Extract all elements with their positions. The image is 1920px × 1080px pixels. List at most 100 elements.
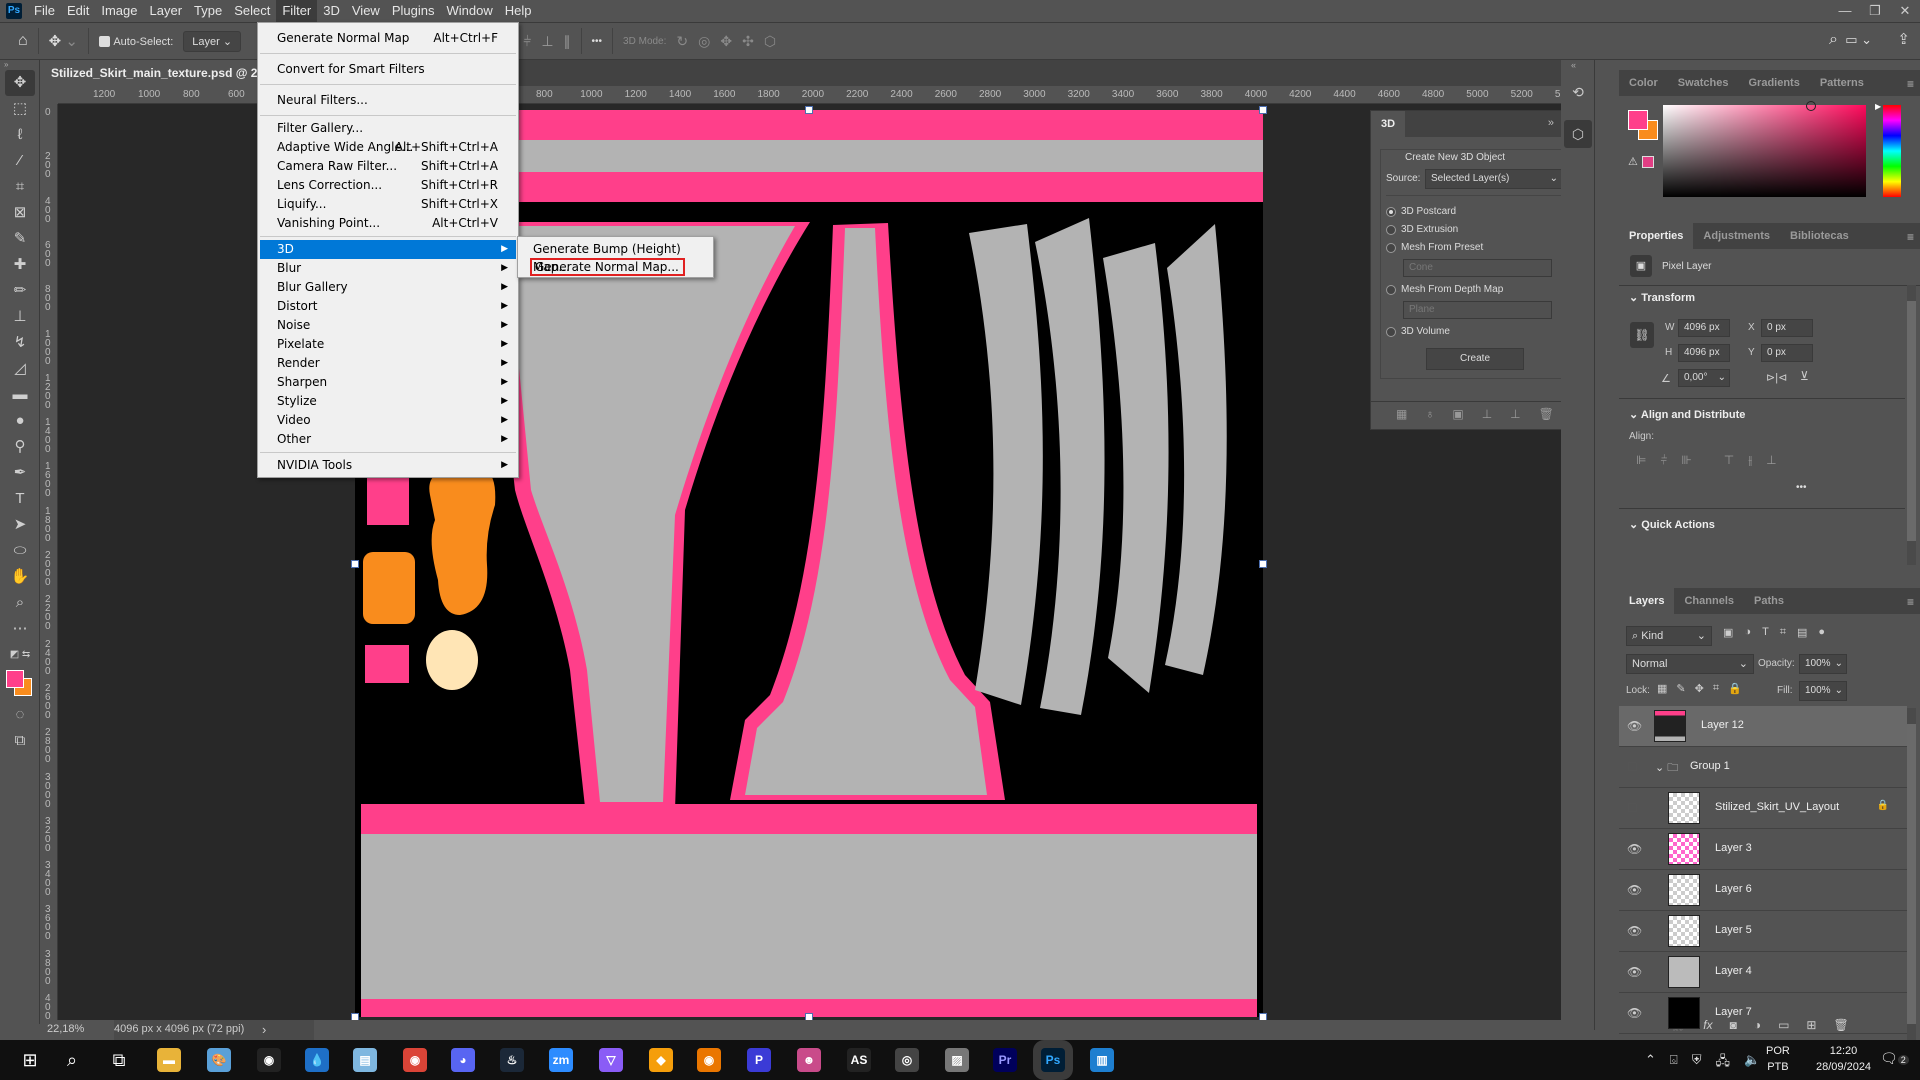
menu-item-other[interactable]: Other ▶ [260, 430, 516, 449]
align-left-icon[interactable]: ⊫ [1636, 453, 1646, 468]
history-panel-icon[interactable]: ⟲ [1564, 78, 1592, 106]
radio-mesh-from-depth-map[interactable] [1386, 285, 1396, 295]
taskbar-app-search[interactable]: ⌕ [60, 1048, 84, 1072]
menu-item-convert-for-smart-filters[interactable]: Convert for Smart Filters [260, 57, 516, 81]
minimize-button[interactable]: — [1830, 0, 1860, 22]
marquee-tool-icon[interactable]: ⬚ [5, 96, 35, 122]
auto-select-checkbox[interactable]: Auto-Select: [99, 34, 173, 48]
swap-colors-icon[interactable]: ◩ ⇆ [5, 642, 35, 668]
taskbar-app-paint[interactable]: 🎨 [207, 1048, 231, 1072]
color-field[interactable] [1663, 101, 1866, 197]
home-icon[interactable]: ⌂ [18, 32, 28, 50]
blur-tool-icon[interactable]: ● [5, 408, 35, 434]
menu-item-generate-normal-map[interactable]: Generate Normal Map Alt+Ctrl+F [260, 26, 516, 50]
move-tool-icon[interactable]: ✥ ⌄ [49, 32, 78, 50]
tab-patterns[interactable]: Patterns [1810, 70, 1874, 96]
align-middle-icon[interactable]: ⫩ [523, 33, 531, 50]
zoom-tool-icon[interactable]: ⌕ [5, 590, 35, 616]
transform-handle-br[interactable] [1259, 1013, 1267, 1020]
show-hidden-icons-icon[interactable]: ⌃ [1645, 1052, 1656, 1074]
align-bottom-icon[interactable]: ⊥ [1766, 453, 1776, 468]
3d-ground-icon[interactable]: ⊥ [1482, 407, 1492, 421]
taskbar-app-pixel-art[interactable]: ☻ [797, 1048, 821, 1072]
width-field[interactable]: 4096 px [1678, 319, 1730, 337]
transform-handle-b[interactable] [805, 1013, 813, 1020]
menu-item-blur[interactable]: Blur ▶ [260, 259, 516, 278]
taskbar-app-pixpin[interactable]: P [747, 1048, 771, 1072]
delete-icon[interactable]: 🗑 [1539, 407, 1554, 421]
tab-properties[interactable]: Properties [1619, 223, 1694, 249]
taskbar-app-discord[interactable]: ◕ [451, 1048, 475, 1072]
blend-mode-dropdown[interactable]: Normal ⌄ [1626, 654, 1754, 674]
taskbar-app-zoom[interactable]: zm [549, 1048, 573, 1072]
3d-scene-icon[interactable]: ▦ [1396, 407, 1407, 421]
menu-select[interactable]: Select [228, 0, 276, 22]
visibility-eye-icon[interactable]: 👁 [1627, 842, 1642, 856]
move-tool-icon[interactable]: ✥ [5, 70, 35, 96]
taskbar-app-blender[interactable]: ◉ [697, 1048, 721, 1072]
magic-wand-tool-icon[interactable]: ⁄ [5, 148, 35, 174]
menu-item-adaptive-wide-angle[interactable]: Adaptive Wide Angle... Alt+Shift+Ctrl+A [260, 138, 516, 157]
filter-shape-icon[interactable]: ⌗ [1780, 626, 1786, 639]
stamp-tool-icon[interactable]: ⊥ [5, 304, 35, 330]
color-panel-menu-icon[interactable]: ≡ [1907, 77, 1914, 91]
filter-adjustment-icon[interactable]: ◑ [1744, 626, 1751, 639]
tab-swatches[interactable]: Swatches [1668, 70, 1739, 96]
share-icon[interactable]: ⇪ [1897, 30, 1910, 48]
radio-3d-extrusion[interactable] [1386, 225, 1396, 235]
quick-mask-icon[interactable]: ◌ [5, 702, 35, 728]
filter-pixel-icon[interactable]: ▣ [1723, 626, 1733, 639]
visibility-eye-icon[interactable]: 👁 [1627, 883, 1642, 897]
screen-mode-icon[interactable]: ⧉ [5, 728, 35, 754]
menu-item-nvidia-tools[interactable]: NVIDIA Tools ▶ [260, 456, 516, 475]
menu-layer[interactable]: Layer [144, 0, 189, 22]
fill-field[interactable]: 100% ⌄ [1799, 681, 1847, 701]
menu-item-pixelate[interactable]: Pixelate ▶ [260, 335, 516, 354]
color-picker-cursor[interactable] [1806, 101, 1816, 111]
menu-item-vanishing-point[interactable]: Vanishing Point... Alt+Ctrl+V [260, 214, 516, 233]
angle-field[interactable]: 0,00° ⌄ [1678, 369, 1730, 387]
more-options-button[interactable]: ••• [592, 36, 603, 47]
visibility-off-toggle[interactable]: ☐ [1627, 760, 1638, 774]
align-vcenter-icon[interactable]: ⫲ [1748, 453, 1752, 468]
transform-section-header[interactable]: ⌄ Transform [1629, 291, 1695, 304]
layer-row[interactable]: ☐ ⌄ 🗀 Group 1 [1619, 747, 1907, 788]
x-field[interactable]: 0 px [1761, 319, 1813, 337]
transform-handle-bl[interactable] [351, 1013, 359, 1020]
3d-roll-icon[interactable]: ◎ [698, 33, 710, 50]
3d-panel-icon[interactable]: ⬡ [1564, 120, 1592, 148]
link-dimensions-icon[interactable]: ⛓ [1630, 322, 1654, 348]
menu-item-render[interactable]: Render ▶ [260, 354, 516, 373]
hand-tool-icon[interactable]: ✋ [5, 564, 35, 590]
tab-3d[interactable]: 3D [1371, 111, 1406, 137]
menu-view[interactable]: View [346, 0, 386, 22]
close-button[interactable]: ✕ [1890, 0, 1920, 22]
transform-handle-tr[interactable] [1259, 106, 1267, 114]
layer-row[interactable]: 👁 Layer 7 [1619, 993, 1907, 1034]
menu-item-filter-gallery[interactable]: Filter Gallery... [260, 119, 516, 138]
menu-item-liquify[interactable]: Liquify... Shift+Ctrl+X [260, 195, 516, 214]
lasso-tool-icon[interactable]: ℓ [5, 122, 35, 148]
taskbar-app-start[interactable]: ⊞ [18, 1048, 42, 1072]
layers-panel-menu-icon[interactable]: ≡ [1907, 595, 1914, 609]
expand-panel-icon[interactable]: » [1548, 117, 1554, 129]
menu-item-stylize[interactable]: Stylize ▶ [260, 392, 516, 411]
notification-center-icon[interactable]: 🗨 2 [1880, 1050, 1909, 1067]
menu-3d[interactable]: 3D [317, 0, 346, 22]
taskbar-app-pr[interactable]: Pr [993, 1048, 1017, 1072]
3d-material-icon[interactable]: ▣ [1452, 407, 1463, 421]
menu-item-blur-gallery[interactable]: Blur Gallery ▶ [260, 278, 516, 297]
collapse-icon[interactable]: » [0, 60, 39, 70]
foreground-color-swatch[interactable] [1628, 110, 1648, 130]
filter-smart-object-icon[interactable]: ▤ [1797, 626, 1807, 639]
tab-color[interactable]: Color [1619, 70, 1668, 96]
align-hcenter-icon[interactable]: ⫩ [1660, 453, 1667, 468]
history-brush-tool-icon[interactable]: ↯ [5, 330, 35, 356]
path-selection-tool-icon[interactable]: ➤ [5, 512, 35, 538]
pen-tool-icon[interactable]: ✒ [5, 460, 35, 486]
menu-item-generate-bump-map[interactable]: Generate Bump (Height) Map... [520, 240, 713, 274]
lock-transparent-icon[interactable]: ▦ [1657, 682, 1667, 695]
menu-item-neural-filters[interactable]: Neural Filters... [260, 88, 516, 112]
menu-file[interactable]: File [28, 0, 61, 22]
visibility-eye-icon[interactable]: 👁 [1627, 719, 1642, 733]
